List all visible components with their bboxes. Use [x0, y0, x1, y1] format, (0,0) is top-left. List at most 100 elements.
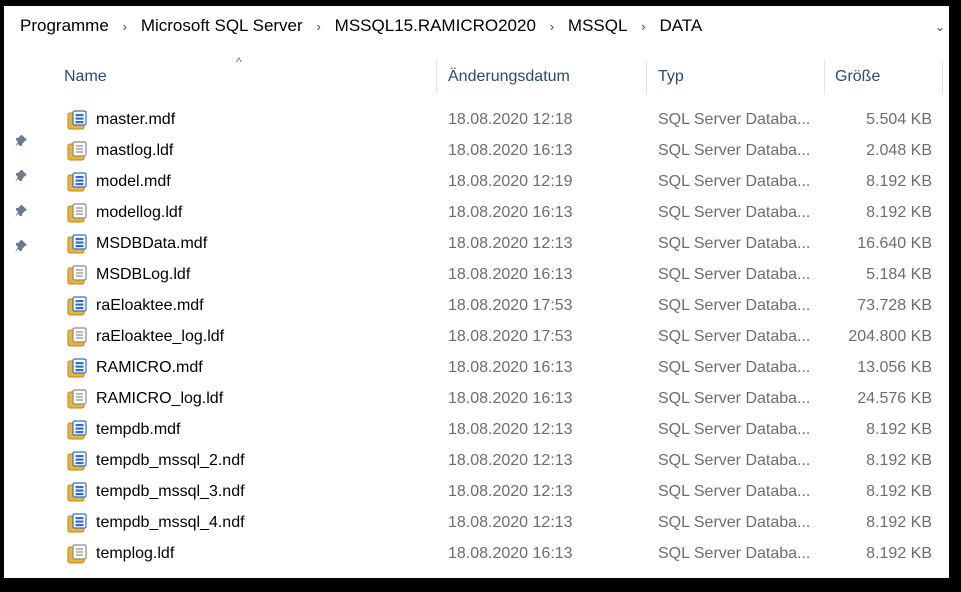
file-row[interactable]: modellog.ldf 18.08.2020 16:13 SQL Server D…	[38, 197, 949, 228]
sql-data-file-icon	[67, 110, 87, 130]
file-name: master.mdf	[96, 111, 176, 128]
screenshot-frame: Programme › Microsoft SQL Server › MSSQL…	[0, 0, 961, 592]
file-name: templog.ldf	[96, 545, 175, 562]
chevron-right-icon[interactable]: ›	[305, 19, 333, 34]
file-date-modified: 18.08.2020 16:13	[448, 545, 573, 562]
file-date-modified: 18.08.2020 16:13	[448, 266, 573, 283]
file-size: 8.192 KB	[866, 204, 932, 221]
file-name: raEloaktee_log.ldf	[96, 328, 225, 345]
file-date-modified: 18.08.2020 12:13	[448, 235, 573, 252]
file-name: RAMICRO_log.ldf	[96, 390, 224, 407]
file-size: 2.048 KB	[866, 142, 932, 159]
file-row[interactable]: raEloaktee.mdf 18.08.2020 17:53 SQL Server…	[38, 290, 949, 321]
file-date-modified: 18.08.2020 12:13	[448, 514, 573, 531]
chevron-right-icon[interactable]: ›	[538, 19, 566, 34]
sql-data-file-icon	[67, 172, 87, 192]
file-row[interactable]: model.mdf 18.08.2020 12:19 SQL Server Data…	[38, 166, 949, 197]
sql-data-file-icon	[67, 296, 87, 316]
file-row[interactable]: templog.ldf 18.08.2020 16:13 SQL Server Da…	[38, 538, 949, 569]
file-date-modified: 18.08.2020 16:13	[448, 359, 573, 376]
navigation-pane	[4, 46, 38, 578]
file-name: tempdb_mssql_3.ndf	[96, 483, 245, 500]
sql-log-file-icon	[67, 265, 87, 285]
file-row[interactable]: master.mdf 18.08.2020 12:18 SQL Server Dat…	[38, 104, 949, 135]
column-header-type[interactable]: Typ	[658, 58, 684, 96]
chevron-right-icon[interactable]: ›	[629, 19, 657, 34]
file-row[interactable]: RAMICRO_log.ldf 18.08.2020 16:13 SQL Serve…	[38, 383, 949, 414]
chevron-right-icon[interactable]: ›	[111, 19, 139, 34]
file-name: tempdb.mdf	[96, 421, 181, 438]
file-row[interactable]: RAMICRO.mdf 18.08.2020 16:13 SQL Server Da…	[38, 352, 949, 383]
explorer-window: Programme › Microsoft SQL Server › MSSQL…	[4, 6, 949, 578]
sql-log-file-icon	[67, 203, 87, 223]
file-size: 8.192 KB	[866, 452, 932, 469]
file-date-modified: 18.08.2020 12:13	[448, 483, 573, 500]
column-divider[interactable]	[824, 60, 825, 94]
file-size: 8.192 KB	[866, 421, 932, 438]
breadcrumb-item-microsoft-sql-server[interactable]: Microsoft SQL Server	[139, 16, 305, 36]
file-type: SQL Server Databa...	[658, 421, 811, 438]
breadcrumb-item-programme[interactable]: Programme	[18, 16, 111, 36]
breadcrumb-item-mssql[interactable]: MSSQL	[566, 16, 630, 36]
column-headers: ^ Name Änderungsdatum Typ Größe	[38, 56, 949, 96]
file-row[interactable]: MSDBData.mdf 18.08.2020 12:13 SQL Server D…	[38, 228, 949, 259]
file-type: SQL Server Databa...	[658, 297, 811, 314]
file-row[interactable]: MSDBLog.ldf 18.08.2020 16:13 SQL Server Da…	[38, 259, 949, 290]
sql-data-file-icon	[67, 234, 87, 254]
file-row[interactable]: raEloaktee_log.ldf 18.08.2020 17:53 SQL Se…	[38, 321, 949, 352]
file-row[interactable]: tempdb_mssql_3.ndf 18.08.2020 12:13 SQL Se…	[38, 476, 949, 507]
file-date-modified: 18.08.2020 16:13	[448, 204, 573, 221]
sql-log-file-icon	[67, 141, 87, 161]
file-row[interactable]: mastlog.ldf 18.08.2020 16:13 SQL Server Da…	[38, 135, 949, 166]
file-size: 8.192 KB	[866, 545, 932, 562]
file-date-modified: 18.08.2020 12:13	[448, 421, 573, 438]
file-size: 8.192 KB	[866, 173, 932, 190]
file-date-modified: 18.08.2020 16:13	[448, 142, 573, 159]
file-type: SQL Server Databa...	[658, 266, 811, 283]
file-type: SQL Server Databa...	[658, 452, 811, 469]
file-type: SQL Server Databa...	[658, 359, 811, 376]
file-size: 16.640 KB	[857, 235, 932, 252]
sql-log-file-icon	[67, 327, 87, 347]
file-row[interactable]: tempdb_mssql_2.ndf 18.08.2020 12:13 SQL Se…	[38, 445, 949, 476]
pin-icon[interactable]	[14, 169, 28, 183]
file-date-modified: 18.08.2020 16:13	[448, 390, 573, 407]
file-size: 5.504 KB	[866, 111, 932, 128]
file-type: SQL Server Databa...	[658, 204, 811, 221]
file-type: SQL Server Databa...	[658, 514, 811, 531]
sql-log-file-icon	[67, 544, 87, 564]
column-header-date[interactable]: Änderungsdatum	[448, 58, 570, 96]
file-name: MSDBData.mdf	[96, 235, 208, 252]
file-size: 8.192 KB	[866, 483, 932, 500]
file-name: tempdb_mssql_2.ndf	[96, 452, 245, 469]
column-divider[interactable]	[436, 60, 437, 94]
file-type: SQL Server Databa...	[658, 390, 811, 407]
pin-icon[interactable]	[14, 134, 28, 148]
file-type: SQL Server Databa...	[658, 173, 811, 190]
breadcrumb-item-data[interactable]: DATA	[657, 16, 704, 36]
file-size: 13.056 KB	[857, 359, 932, 376]
column-divider[interactable]	[646, 60, 647, 94]
file-name: mastlog.ldf	[96, 142, 174, 159]
file-name: MSDBLog.ldf	[96, 266, 191, 283]
file-size: 24.576 KB	[857, 390, 932, 407]
file-date-modified: 18.08.2020 12:13	[448, 452, 573, 469]
file-size: 8.192 KB	[866, 514, 932, 531]
file-name: RAMICRO.mdf	[96, 359, 203, 376]
column-header-size[interactable]: Größe	[835, 58, 880, 96]
sql-data-file-icon	[67, 513, 87, 533]
file-type: SQL Server Databa...	[658, 142, 811, 159]
file-row[interactable]: tempdb_mssql_4.ndf 18.08.2020 12:13 SQL Se…	[38, 507, 949, 538]
pin-icon[interactable]	[14, 239, 28, 253]
column-divider[interactable]	[942, 60, 943, 94]
file-date-modified: 18.08.2020 12:19	[448, 173, 573, 190]
chevron-down-icon[interactable]: ⌄	[935, 20, 945, 34]
file-name: tempdb_mssql_4.ndf	[96, 514, 245, 531]
breadcrumb-item-mssql15-ramicro2020[interactable]: MSSQL15.RAMICRO2020	[333, 16, 538, 36]
file-date-modified: 18.08.2020 17:53	[448, 297, 573, 314]
file-row[interactable]: tempdb.mdf 18.08.2020 12:13 SQL Server Dat…	[38, 414, 949, 445]
pin-icon[interactable]	[14, 204, 28, 218]
sql-data-file-icon	[67, 451, 87, 471]
breadcrumb: Programme › Microsoft SQL Server › MSSQL…	[4, 6, 949, 46]
column-header-name[interactable]: Name	[64, 58, 107, 96]
